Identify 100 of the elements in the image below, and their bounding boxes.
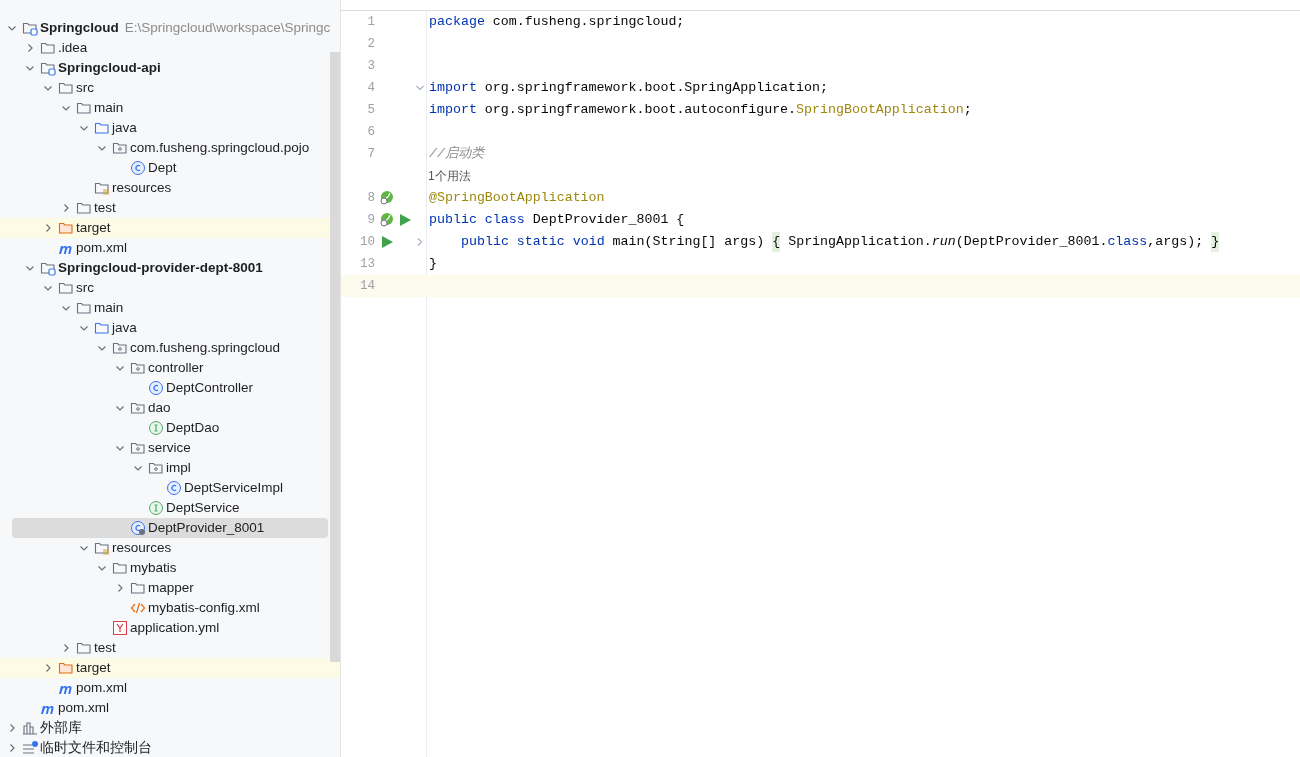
line-number: 9 xyxy=(366,211,375,229)
code-token: //启动类 xyxy=(429,145,484,164)
code-token: com.fusheng.springcloud; xyxy=(491,13,685,32)
tree-item-label[interactable]: Springcloud-api xyxy=(58,57,161,79)
tree-item-label[interactable]: pom.xml xyxy=(58,697,109,719)
line-number: 2 xyxy=(366,35,375,53)
code-token: main(String[] args) xyxy=(611,233,766,252)
tree-item-label[interactable]: controller xyxy=(148,357,204,379)
code-token: SpringApplication. xyxy=(787,233,932,252)
folder-icon xyxy=(58,220,74,236)
package-icon xyxy=(112,140,128,156)
tree-item-label[interactable]: mybatis xyxy=(130,557,177,579)
tree-item-label[interactable]: mybatis-config.xml xyxy=(148,597,260,619)
package-icon xyxy=(130,440,146,456)
module-folder-icon xyxy=(22,20,38,36)
tree-item-label[interactable]: test xyxy=(94,197,116,219)
code-token: SpringBootApplication xyxy=(796,101,964,120)
tree-item-label[interactable]: application.yml xyxy=(130,617,220,639)
tree-item-label[interactable]: com.fusheng.springcloud.pojo xyxy=(130,137,310,159)
tree-item-label[interactable]: DeptServiceImpl xyxy=(184,477,284,499)
folder-icon xyxy=(112,560,128,576)
folder-icon xyxy=(76,100,92,116)
tree-item-label[interactable]: src xyxy=(76,77,94,99)
tree-item-label[interactable]: main xyxy=(94,97,124,119)
tree-item-label[interactable]: mapper xyxy=(148,577,194,599)
tree-item-label[interactable]: java xyxy=(112,317,137,339)
tree-item-label[interactable]: src xyxy=(76,277,94,299)
tree-item-label[interactable]: DeptService xyxy=(166,497,240,519)
scrollbar[interactable] xyxy=(330,52,340,662)
line-number: 4 xyxy=(366,79,375,97)
bean-icon[interactable] xyxy=(379,190,395,206)
code-token: org.springframework.boot.SpringApplication; xyxy=(483,79,828,98)
source-folder-icon xyxy=(94,120,110,136)
tree-item-label[interactable]: java xyxy=(112,117,137,139)
tree-item-label[interactable]: test xyxy=(94,637,116,659)
tree-item-label[interactable]: Dept xyxy=(148,157,177,179)
tree-item-label[interactable]: pom.xml xyxy=(76,237,127,259)
usage-hint[interactable]: 1个用法 xyxy=(428,167,471,185)
interface-icon xyxy=(148,500,164,516)
package-icon xyxy=(130,360,146,376)
folder-icon xyxy=(76,300,92,316)
class-icon xyxy=(148,380,164,396)
library-icon xyxy=(22,720,38,736)
tree-item-label[interactable]: pom.xml xyxy=(76,677,127,699)
folder-icon xyxy=(58,660,74,676)
tree-item-label[interactable]: service xyxy=(148,437,191,459)
project-path: E:\Springcloud\workspace\Springc xyxy=(124,18,331,37)
tree-item-label[interactable]: 外部库 xyxy=(40,717,82,739)
code-token: class xyxy=(1107,233,1148,252)
code-token: import xyxy=(429,101,477,120)
folder-icon xyxy=(76,200,92,216)
code-token: ; xyxy=(963,101,972,120)
package-icon xyxy=(148,460,164,476)
line-number: 13 xyxy=(359,255,375,273)
folder-icon xyxy=(58,80,74,96)
module-folder-icon xyxy=(40,60,56,76)
code-file-icon xyxy=(130,600,146,616)
code-token: } xyxy=(1211,232,1220,252)
tree-item-label[interactable]: com.fusheng.springcloud xyxy=(130,337,281,359)
tree-item-label[interactable]: impl xyxy=(166,457,191,479)
code-token: @SpringBootApplication xyxy=(429,189,605,208)
tree-item-label[interactable]: 临时文件和控制台 xyxy=(40,737,152,757)
line-number: 8 xyxy=(366,189,375,207)
code-token: public class xyxy=(429,211,525,230)
code-token: DeptProvider_8001 { xyxy=(531,211,685,230)
tree-item-label[interactable]: main xyxy=(94,297,124,319)
line-number: 6 xyxy=(366,123,375,141)
tree-item-label[interactable]: resources xyxy=(112,537,172,559)
tree-item-label[interactable]: DeptController xyxy=(166,377,254,399)
tree-item-label[interactable]: Springcloud-provider-dept-8001 xyxy=(58,257,263,279)
tree-item-label[interactable]: target xyxy=(76,217,111,239)
module-folder-icon xyxy=(40,260,56,276)
package-icon xyxy=(130,400,146,416)
tree-item-label[interactable]: target xyxy=(76,657,111,679)
code-token: ,args); xyxy=(1147,233,1205,252)
tree-item-label[interactable]: dao xyxy=(148,397,171,419)
run-icon[interactable] xyxy=(379,234,395,250)
interface-icon xyxy=(148,420,164,436)
code-token: public static void xyxy=(461,233,605,252)
tree-item-label[interactable]: .idea xyxy=(58,37,88,59)
code-token: import xyxy=(429,79,477,98)
yaml-file-icon xyxy=(112,620,128,636)
scratches-icon xyxy=(22,740,38,756)
tree-item-label[interactable]: Springcloud xyxy=(40,17,119,39)
tree-item-label[interactable]: DeptProvider_8001 xyxy=(148,517,265,539)
tree-item-label[interactable]: DeptDao xyxy=(166,417,220,439)
line-number: 14 xyxy=(359,277,375,295)
code-token: run xyxy=(931,233,956,252)
folder-icon xyxy=(58,280,74,296)
bean-icon[interactable] xyxy=(379,212,395,228)
line-number: 5 xyxy=(366,101,375,119)
code-token: org.springframework.boot.autoconfigure. xyxy=(483,101,797,120)
package-icon xyxy=(112,340,128,356)
tree-item-label[interactable]: resources xyxy=(112,177,172,199)
code-token: } xyxy=(429,255,437,274)
line-number: 7 xyxy=(366,145,375,163)
line-number: 3 xyxy=(366,57,375,75)
run-icon[interactable] xyxy=(397,212,413,228)
folder-icon xyxy=(76,640,92,656)
line-number: 10 xyxy=(359,233,375,251)
